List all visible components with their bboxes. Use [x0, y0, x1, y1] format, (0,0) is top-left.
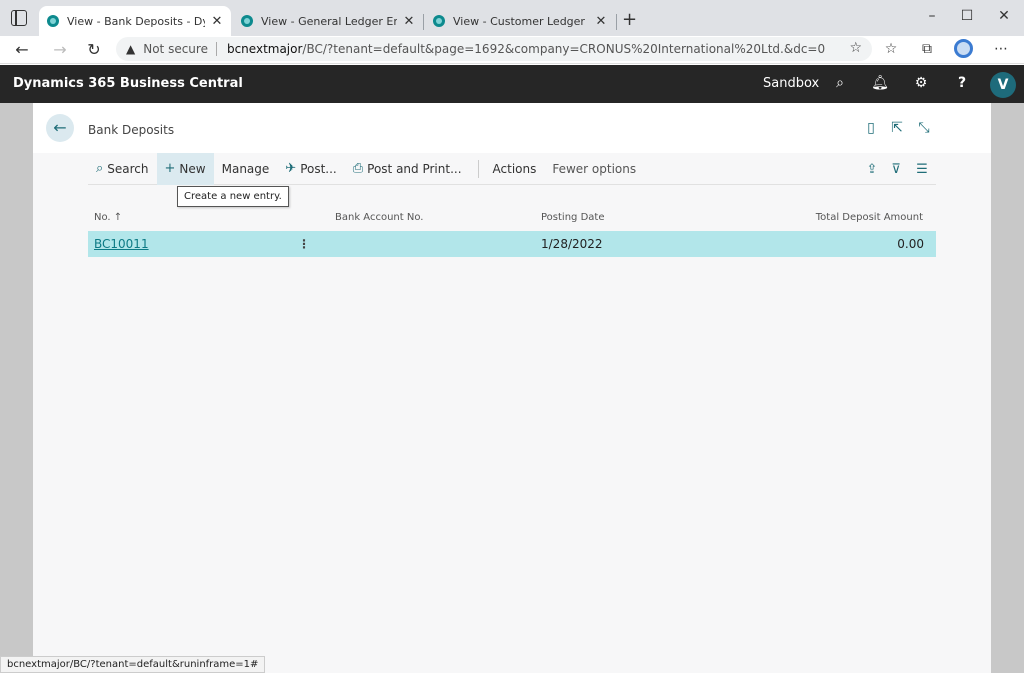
favorites-icon[interactable]: ☆: [881, 41, 901, 57]
close-tab-icon[interactable]: ✕: [403, 14, 415, 29]
environment-label: Sandbox: [763, 76, 820, 91]
close-tab-icon[interactable]: ✕: [595, 14, 607, 29]
status-url: bcnextmajor/BC/?tenant=default&runinfram…: [0, 656, 266, 673]
tab-title: View - Customer Ledger Entries: [453, 14, 589, 28]
browser-tab-general-ledger[interactable]: View - General Ledger Entries - 2 ✕: [233, 6, 423, 36]
search-label: Search: [107, 161, 149, 176]
printer-icon: ⎙: [352, 161, 364, 176]
action-bar: ⌕ Search + New Manage ✈ Post... ⎙ Post a…: [88, 152, 936, 185]
back-arrow-icon[interactable]: ←: [12, 40, 32, 59]
post-button[interactable]: ✈ Post...: [277, 153, 344, 185]
bookmark-icon[interactable]: ▯: [862, 120, 880, 136]
browser-tab-bank-deposits[interactable]: View - Bank Deposits - Dynamics 365 Busi…: [39, 6, 231, 36]
notifications-bell-icon[interactable]: 🔔︎: [870, 75, 890, 91]
new-tab-button[interactable]: +: [622, 9, 637, 30]
help-icon[interactable]: ?: [952, 75, 972, 91]
collapse-icon[interactable]: ⤡: [915, 120, 933, 136]
address-bar-row: ← → ↻ ▲ Not secure bcnextmajor/BC/?tenan…: [0, 36, 1024, 64]
row-actions-ellipsis-icon[interactable]: ⋮: [298, 237, 310, 251]
collections-icon[interactable]: ⧉: [917, 41, 937, 57]
tab-actions-icon[interactable]: [11, 10, 27, 26]
page-title: Bank Deposits: [88, 123, 175, 137]
url-divider: [215, 42, 217, 56]
close-tab-icon[interactable]: ✕: [211, 14, 223, 29]
profile-icon[interactable]: [954, 39, 973, 58]
actions-label: Actions: [492, 161, 537, 176]
page-header: ← Bank Deposits ▯ ⇱ ⤡: [33, 103, 991, 153]
open-new-window-icon[interactable]: ⇱: [888, 120, 906, 136]
security-label[interactable]: Not secure: [143, 42, 208, 56]
dynamics-favicon-icon: [433, 15, 445, 27]
column-header-total-deposit-amount[interactable]: Total Deposit Amount: [816, 212, 923, 223]
search-button[interactable]: ⌕ Search: [88, 153, 157, 185]
tab-title: View - Bank Deposits - Dynamics 365 Busi…: [67, 14, 205, 28]
url-host: bcnextmajor: [226, 42, 303, 56]
post-and-print-label: Post and Print...: [367, 161, 462, 176]
posting-date-cell: 1/28/2022: [541, 237, 603, 251]
back-button[interactable]: ←: [46, 114, 74, 142]
post-label: Post...: [300, 161, 337, 176]
post-icon: ✈: [285, 161, 297, 176]
forward-arrow-icon[interactable]: →: [50, 40, 70, 59]
list-view-icon[interactable]: ☰: [913, 162, 931, 177]
maximize-button[interactable]: ☐: [957, 8, 977, 24]
share-icon[interactable]: ⇪: [863, 162, 881, 177]
browser-tab-customer-ledger[interactable]: View - Customer Ledger Entries ✕: [425, 6, 615, 36]
table-row[interactable]: BC10011 ⋮ 1/28/2022 0.00: [88, 231, 936, 257]
app-header: Dynamics 365 Business Central Sandbox ⌕ …: [0, 65, 1024, 103]
column-header-bank-account-no[interactable]: Bank Account No.: [335, 212, 423, 223]
close-window-button[interactable]: ✕: [994, 8, 1014, 24]
dynamics-favicon-icon: [241, 15, 253, 27]
tab-divider: [423, 14, 424, 30]
search-icon: ⌕: [96, 161, 104, 176]
user-avatar[interactable]: V: [990, 72, 1016, 98]
actions-menu[interactable]: Actions: [485, 153, 545, 185]
browser-tab-strip: View - Bank Deposits - Dynamics 365 Busi…: [0, 0, 1024, 36]
new-button-tooltip: Create a new entry.: [177, 186, 289, 207]
fewer-options-label: Fewer options: [552, 161, 637, 176]
column-header-no[interactable]: No. ↑: [94, 212, 122, 223]
settings-gear-icon[interactable]: ⚙: [911, 75, 931, 91]
add-favorite-icon[interactable]: ☆: [849, 40, 862, 56]
url-field[interactable]: ▲ Not secure bcnextmajor/BC/?tenant=defa…: [116, 37, 872, 61]
workspace: ← Bank Deposits ▯ ⇱ ⤡ ⌕ Search + New Man…: [0, 103, 1024, 673]
fewer-options-button[interactable]: Fewer options: [544, 153, 644, 185]
tab-title: View - General Ledger Entries - 2: [261, 14, 397, 28]
app-brand[interactable]: Dynamics 365 Business Central: [13, 76, 243, 91]
column-header-posting-date[interactable]: Posting Date: [541, 212, 604, 223]
grid-header: No. ↑ Bank Account No. Posting Date Tota…: [88, 208, 936, 230]
filter-icon[interactable]: ⊽: [887, 162, 905, 177]
manage-label: Manage: [221, 161, 270, 176]
document-no-link[interactable]: BC10011: [94, 237, 149, 251]
total-deposit-amount-cell: 0.00: [897, 237, 924, 251]
url-path: /BC/?tenant=default&page=1692&company=CR…: [302, 42, 826, 56]
minimize-button[interactable]: –: [922, 8, 942, 24]
post-and-print-button[interactable]: ⎙ Post and Print...: [345, 153, 470, 185]
dynamics-favicon-icon: [47, 15, 59, 27]
plus-icon: +: [164, 161, 176, 176]
more-options-icon[interactable]: ⋯: [991, 41, 1011, 57]
manage-menu[interactable]: Manage: [214, 153, 278, 185]
new-button[interactable]: + New: [156, 152, 214, 185]
tab-divider: [616, 14, 617, 30]
new-label: New: [179, 161, 206, 176]
action-divider: [477, 159, 479, 178]
search-icon[interactable]: ⌕: [830, 75, 850, 91]
refresh-icon[interactable]: ↻: [84, 40, 104, 59]
warning-icon[interactable]: ▲: [126, 42, 135, 56]
